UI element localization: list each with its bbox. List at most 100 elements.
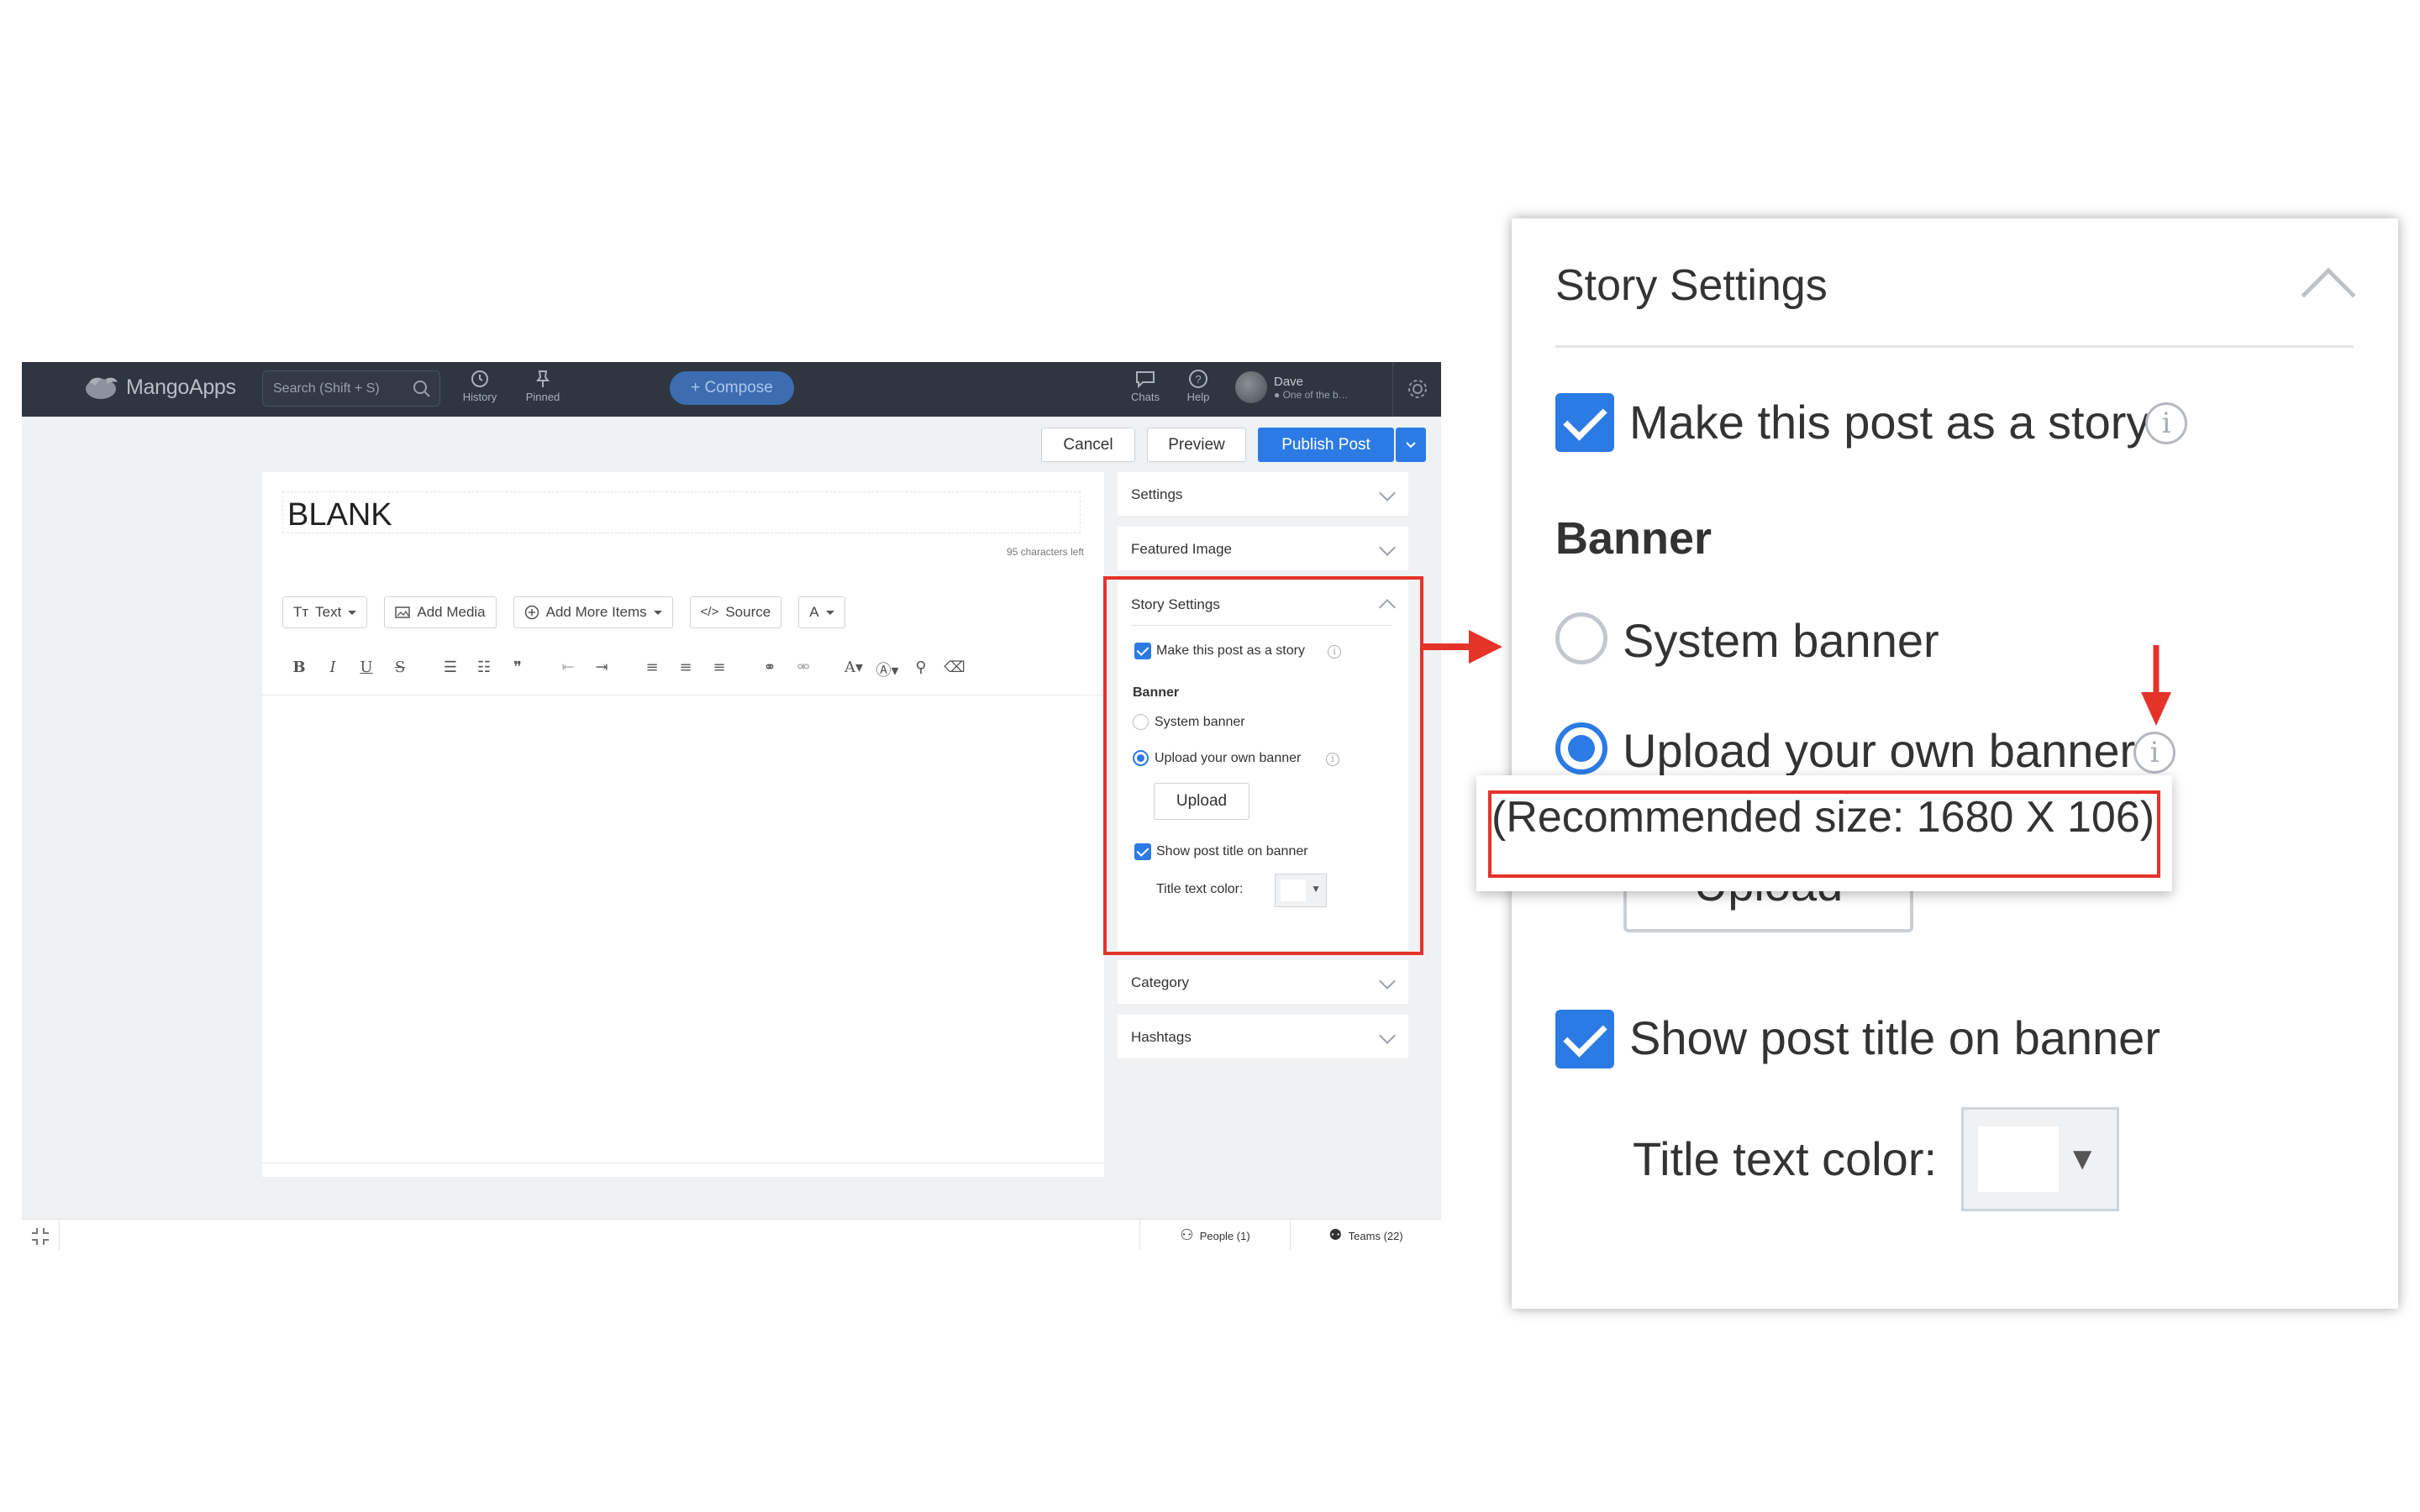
toolbar-divider [262, 695, 1104, 696]
title-color-label: Title text color: [1633, 1132, 1938, 1185]
post-editor: BLANK 95 characters left Tт Text Add Med… [262, 472, 1104, 1177]
people-button[interactable]: ⚇ People (1) [1139, 1220, 1291, 1250]
add-more-items-button[interactable]: Add More Items [513, 596, 673, 628]
source-label: Source [725, 604, 771, 620]
font-icon: A [809, 604, 819, 620]
recommended-size-tooltip: (Recommended size: 1680 X 106) [1476, 775, 2172, 891]
user-status: ● One of the b… [1274, 388, 1349, 401]
chevron-up-icon[interactable] [2301, 267, 2356, 323]
top-bar: MangoApps Search (Shift + S) History Pin… [22, 362, 1441, 417]
arrow-down-icon [2141, 645, 2171, 726]
people-label: People (1) [1199, 1230, 1250, 1242]
help-label: Help [1186, 391, 1210, 403]
gear-icon [1408, 380, 1427, 398]
upload-banner-label: Upload your own banner [1623, 724, 2136, 777]
dropdown-arrow-icon: ▼ [2066, 1142, 2098, 1177]
text-style-button[interactable]: Tт Text [282, 596, 368, 628]
pin-icon [536, 370, 550, 387]
collapse-icon[interactable] [30, 1226, 50, 1247]
history-icon [471, 370, 488, 387]
pinned-button[interactable]: Pinned [518, 369, 568, 403]
align-center-icon[interactable]: ≡ [669, 659, 702, 680]
add-media-button[interactable]: Add Media [384, 596, 497, 628]
show-title-label: Show post title on banner [1629, 1011, 2160, 1064]
link-icon[interactable]: ⚭ [753, 659, 786, 680]
user-menu[interactable]: Dave ● One of the b… [1235, 371, 1349, 403]
settings-panel[interactable]: Settings [1118, 472, 1408, 516]
editor-toolbar: Tт Text Add Media Add More Items </> Sou… [282, 596, 845, 632]
quote-icon[interactable]: ❞ [501, 659, 534, 680]
help-button[interactable]: ? Help [1173, 369, 1223, 403]
tooltip-text: (Recommended size: 1680 X 106) [1491, 793, 2155, 842]
chats-button[interactable]: Chats [1120, 369, 1171, 403]
settings-button[interactable] [1392, 362, 1441, 417]
teams-label: Teams (22) [1348, 1230, 1403, 1242]
logo[interactable]: MangoApps [82, 374, 236, 401]
story-settings-zoom: Story Settings Make this post as a story… [1512, 218, 2398, 1309]
cancel-button[interactable]: Cancel [1041, 428, 1135, 462]
underline-icon[interactable]: U [350, 659, 383, 680]
find-icon[interactable]: ⚲ [904, 659, 938, 680]
color-swatch [1978, 1126, 2059, 1192]
hashtags-panel[interactable]: Hashtags [1118, 1015, 1408, 1058]
chats-label: Chats [1131, 391, 1160, 403]
show-title-checkbox[interactable] [1555, 1010, 1614, 1068]
info-icon[interactable]: i [2145, 402, 2187, 444]
teams-icon: ⚉ [1328, 1226, 1343, 1243]
strikethrough-icon[interactable]: S [383, 659, 417, 680]
code-icon: </> [700, 605, 719, 619]
chevron-down-icon [1379, 485, 1396, 501]
background-color-icon[interactable]: Ⓐ▾ [871, 659, 904, 680]
svg-text:?: ? [1195, 373, 1201, 386]
align-left-icon[interactable]: ≡ [635, 659, 669, 680]
search-icon [413, 381, 430, 397]
upload-banner-radio[interactable] [1555, 722, 1607, 774]
italic-icon[interactable]: I [316, 659, 350, 680]
add-media-label: Add Media [417, 604, 486, 620]
plus-circle-icon [524, 605, 539, 620]
chars-left: 95 characters left [1006, 546, 1084, 558]
mango-logo-icon [82, 374, 121, 401]
outdent-icon[interactable]: ⇤ [551, 659, 585, 680]
clear-format-icon[interactable]: ⌫ [938, 659, 971, 680]
app-window: MangoApps Search (Shift + S) History Pin… [22, 362, 1441, 1250]
publish-options-button[interactable] [1396, 428, 1426, 462]
category-panel[interactable]: Category [1118, 960, 1408, 1004]
system-banner-radio[interactable] [1555, 612, 1607, 664]
text-size-icon: Tт [293, 604, 309, 620]
hashtags-label: Hashtags [1131, 1029, 1192, 1045]
chevron-down-icon [1379, 973, 1396, 990]
make-story-checkbox[interactable] [1555, 393, 1614, 452]
preview-button[interactable]: Preview [1147, 428, 1246, 462]
font-button[interactable]: A [798, 596, 845, 628]
compose-button[interactable]: + Compose [670, 371, 794, 405]
info-icon[interactable]: i [2133, 732, 2175, 774]
story-settings-title: Story Settings [1555, 261, 1828, 310]
user-name: Dave [1274, 374, 1304, 389]
indent-icon[interactable]: ⇥ [585, 659, 618, 680]
text-color-icon[interactable]: A▾ [837, 659, 871, 680]
numbered-list-icon[interactable]: ☷ [467, 659, 501, 680]
caret-icon [653, 610, 662, 615]
teams-button[interactable]: ⚉ Teams (22) [1291, 1220, 1441, 1250]
divider [1555, 345, 2354, 348]
people-icon: ⚇ [1180, 1226, 1194, 1243]
align-right-icon[interactable]: ≡ [702, 659, 736, 680]
settings-label: Settings [1131, 486, 1183, 502]
logo-text: MangoApps [126, 375, 236, 399]
publish-post-button[interactable]: Publish Post [1258, 428, 1394, 462]
chat-icon [1136, 371, 1155, 389]
bullet-list-icon[interactable]: ☰ [434, 659, 467, 680]
post-title[interactable]: BLANK [287, 497, 392, 533]
caret-icon [348, 610, 357, 615]
caret-icon [825, 610, 834, 615]
title-color-picker[interactable]: ▼ [1961, 1107, 2119, 1211]
history-button[interactable]: History [455, 369, 505, 403]
featured-image-panel[interactable]: Featured Image [1118, 527, 1408, 570]
title-field[interactable] [282, 491, 1081, 533]
bold-icon[interactable]: B [282, 659, 316, 680]
search-input[interactable]: Search (Shift + S) [262, 370, 440, 407]
text-style-label: Text [315, 604, 342, 620]
source-button[interactable]: </> Source [689, 596, 782, 628]
unlink-icon[interactable]: ⚮ [786, 659, 820, 680]
